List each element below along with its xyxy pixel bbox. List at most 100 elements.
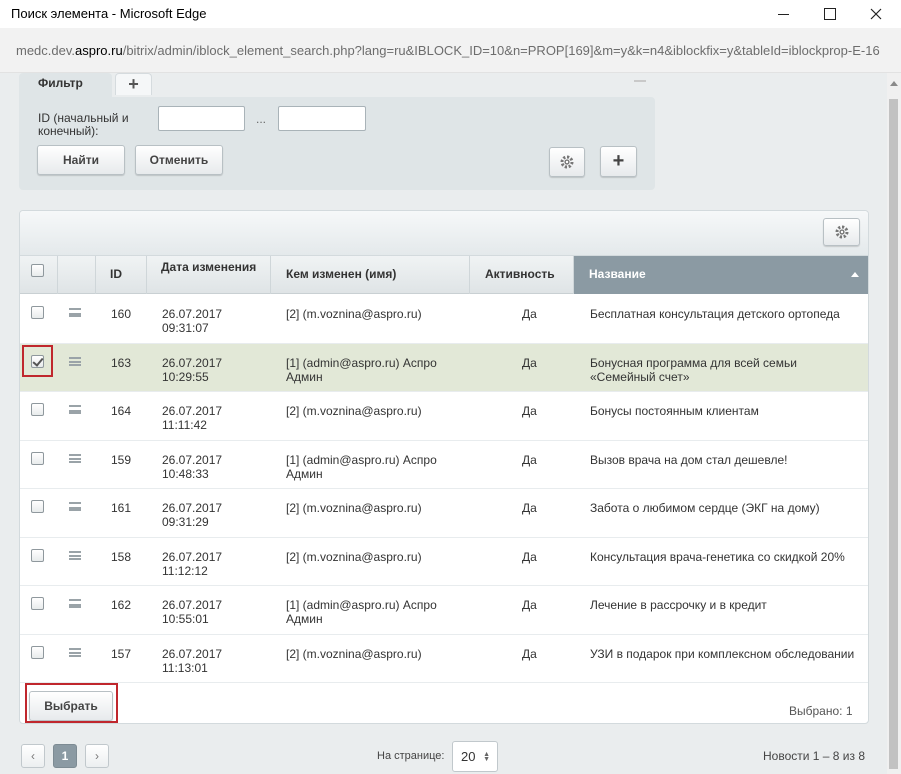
row-checkbox[interactable] — [31, 548, 44, 562]
cell-user: [2] (m.voznina@aspro.ru) — [286, 646, 422, 661]
gear-icon — [835, 225, 848, 239]
table-row[interactable]: 158 26.07.2017 11:12:12 [2] (m.voznina@asp… — [20, 537, 868, 586]
add-filter-tab-button[interactable]: + — [115, 73, 152, 95]
cell-user: [1] (admin@aspro.ru) Аспро Админ — [286, 598, 437, 626]
address-bar[interactable]: medc.dev.aspro.ru/bitrix/admin/iblock_el… — [0, 28, 901, 73]
add-filter-field-button[interactable]: + — [600, 146, 637, 177]
table-row[interactable]: 163 26.07.2017 10:29:55 [1] (admin@aspro.r… — [20, 343, 868, 392]
cell-user: [2] (m.voznina@aspro.ru) — [286, 501, 422, 515]
cell-name[interactable]: Бесплатная консультация детского ортопед… — [590, 307, 865, 321]
cell-name[interactable]: Бонусная программа для всей семьи «Семей… — [590, 356, 865, 384]
cancel-button[interactable]: Отменить — [135, 145, 223, 175]
page-content: Фильтр + ID (начальный и конечный): ... … — [0, 73, 887, 774]
row-checkbox[interactable] — [31, 500, 44, 513]
cell-user: [2] (m.voznina@aspro.ru) — [286, 404, 422, 418]
column-header-date[interactable]: Дата изменения — [147, 256, 271, 294]
filter-collapse-icon[interactable] — [634, 80, 646, 82]
row-checkbox[interactable] — [31, 306, 44, 319]
cell-id: 160 — [111, 307, 132, 321]
row-checkbox[interactable] — [31, 403, 44, 416]
cell-name[interactable]: Лечение в рассрочку и в кредит — [590, 598, 865, 612]
id-range-label: ID (начальный и конечный): — [38, 111, 129, 138]
cell-id: 163 — [111, 355, 132, 370]
cell-date: 26.07.2017 11:11:42 — [162, 404, 223, 432]
drag-handle-icon[interactable] — [69, 308, 81, 317]
filter-panel: ID (начальный и конечный): ... Найти Отм… — [19, 97, 655, 190]
cell-date: 26.07.2017 10:29:55 — [162, 355, 223, 384]
cell-date: 26.07.2017 11:12:12 — [162, 549, 223, 578]
cell-name[interactable]: УЗИ в подарок при комплексном обследован… — [590, 647, 865, 661]
cell-user: [2] (m.voznina@aspro.ru) — [286, 307, 422, 321]
cell-id: 162 — [111, 598, 132, 612]
table-row[interactable]: 162 26.07.2017 10:55:01 [1] (admin@aspro.r… — [20, 586, 868, 635]
window-titlebar: Поиск элемента - Microsoft Edge — [0, 0, 901, 28]
table-row[interactable]: 157 26.07.2017 11:13:01 [2] (m.voznina@asp… — [20, 634, 868, 683]
table-row[interactable]: 164 26.07.2017 11:11:42 [2] (m.voznina@asp… — [20, 392, 868, 441]
drag-handle-icon[interactable] — [69, 550, 81, 560]
cell-id: 164 — [111, 404, 132, 418]
grid-toolbar — [20, 211, 868, 256]
drag-handle-icon[interactable] — [69, 599, 81, 608]
cell-id: 161 — [111, 501, 132, 515]
column-header-user[interactable]: Кем изменен (имя) — [271, 256, 470, 294]
selected-count: Выбрано: 1 — [789, 704, 853, 718]
cell-name[interactable]: Вызов врача на дом стал дешевле! — [590, 453, 865, 467]
select-button-highlight — [25, 683, 118, 723]
cell-date: 26.07.2017 10:55:01 — [162, 598, 223, 626]
select-all-checkbox[interactable] — [31, 264, 44, 277]
row-checkbox[interactable] — [31, 645, 44, 659]
drag-handle-icon[interactable] — [69, 356, 81, 366]
table-row[interactable]: 161 26.07.2017 09:31:29 [2] (m.voznina@asp… — [20, 489, 868, 538]
cell-active: Да — [522, 355, 537, 370]
cell-id: 157 — [111, 646, 132, 661]
range-separator: ... — [256, 112, 267, 126]
cell-name[interactable]: Бонусы постоянным клиентам — [590, 404, 865, 418]
drag-handle-icon[interactable] — [69, 647, 81, 657]
id-to-input[interactable] — [278, 106, 366, 131]
drag-handle-icon[interactable] — [69, 502, 81, 511]
table-row[interactable]: 160 26.07.2017 09:31:07 [2] (m.voznina@asp… — [20, 295, 868, 344]
cell-date: 26.07.2017 10:48:33 — [162, 452, 223, 481]
drag-handle-icon[interactable] — [69, 453, 81, 463]
row-checkbox[interactable] — [31, 597, 44, 610]
drag-handle-icon[interactable] — [69, 405, 81, 414]
filter-settings-button[interactable] — [549, 147, 585, 177]
id-from-input[interactable] — [158, 106, 245, 131]
scrollbar-thumb[interactable] — [889, 99, 898, 769]
cell-date: 26.07.2017 09:31:29 — [162, 501, 223, 529]
grid-settings-button[interactable] — [823, 218, 860, 246]
cell-name[interactable]: Консультация врача-генетика со скидкой 2… — [590, 550, 865, 564]
window-title: Поиск элемента - Microsoft Edge — [11, 6, 207, 21]
grid-header: ID Дата изменения Кем изменен (имя) Акти… — [20, 256, 868, 294]
filter-tab[interactable]: Фильтр — [19, 73, 112, 97]
cell-date: 26.07.2017 11:13:01 — [162, 646, 223, 675]
header-select-all — [20, 256, 58, 294]
cell-active: Да — [522, 598, 537, 612]
vertical-scrollbar[interactable] — [887, 73, 901, 774]
maximize-icon[interactable] — [807, 0, 853, 28]
close-icon[interactable] — [853, 0, 899, 28]
column-header-active[interactable]: Активность — [470, 256, 574, 294]
cell-id: 159 — [111, 452, 132, 467]
column-header-name[interactable]: Название — [574, 256, 868, 294]
per-page-select[interactable]: 20 ▲ ▼ — [452, 741, 498, 772]
url-text[interactable]: medc.dev.aspro.ru/bitrix/admin/iblock_el… — [16, 43, 884, 58]
cell-active: Да — [522, 549, 537, 564]
cell-date: 26.07.2017 09:31:07 — [162, 307, 223, 335]
row-checkbox[interactable] — [31, 451, 44, 465]
gear-icon — [560, 155, 574, 169]
next-page-button[interactable]: › — [85, 744, 109, 768]
cell-id: 158 — [111, 549, 132, 564]
select-arrows-icon: ▲ ▼ — [483, 751, 490, 763]
minimize-icon[interactable] — [760, 0, 806, 28]
cell-user: [1] (admin@aspro.ru) Аспро Админ — [286, 355, 437, 384]
scroll-up-icon[interactable] — [890, 81, 898, 86]
total-count: Новости 1 – 8 из 8 — [763, 749, 866, 763]
prev-page-button[interactable]: ‹ — [21, 744, 45, 768]
column-header-id[interactable]: ID — [96, 256, 147, 294]
header-drag — [58, 256, 96, 294]
cell-name[interactable]: Забота о любимом сердце (ЭКГ на дому) — [590, 501, 865, 515]
current-page[interactable]: 1 — [53, 744, 77, 768]
table-row[interactable]: 159 26.07.2017 10:48:33 [1] (admin@aspro.r… — [20, 440, 868, 489]
find-button[interactable]: Найти — [37, 145, 125, 175]
